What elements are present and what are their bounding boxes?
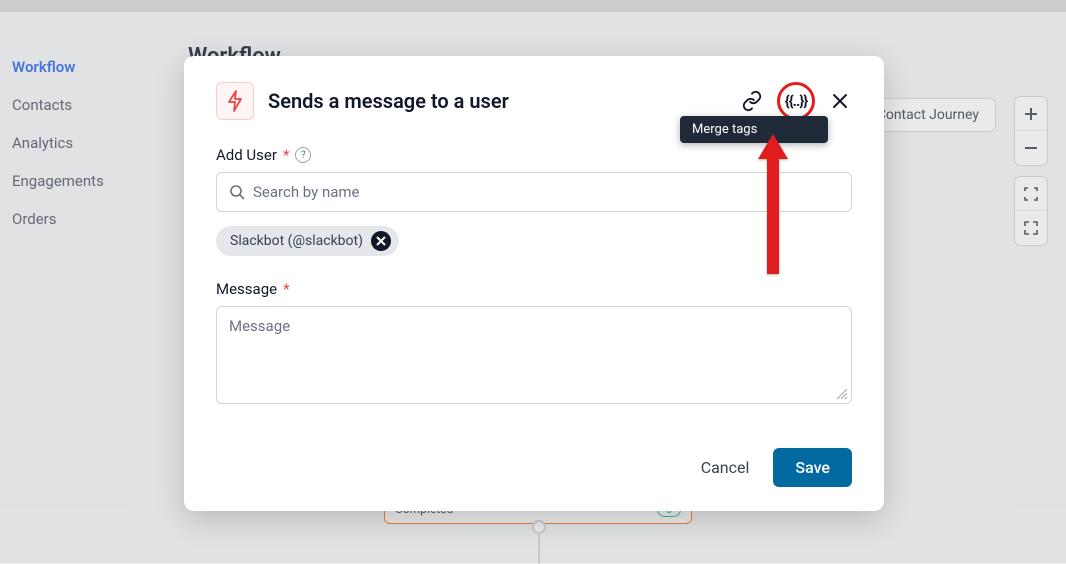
sidebar-item-engagements[interactable]: Engagements <box>12 162 170 200</box>
required-indicator: * <box>283 280 289 298</box>
sidebar-nav: Workflow Contacts Analytics Engagements … <box>0 12 170 238</box>
action-icon-box <box>216 82 254 120</box>
fullscreen-button[interactable] <box>1015 211 1047 245</box>
modal-header-actions: {{..}} <box>740 89 852 113</box>
merge-tags-button[interactable]: {{..}} <box>784 89 808 113</box>
modal-header: Sends a message to a user {{..}} <box>216 82 852 120</box>
add-user-label: Add User * ? <box>216 146 852 164</box>
fit-view-button[interactable] <box>1015 177 1047 211</box>
user-search-input[interactable] <box>253 183 839 201</box>
minus-icon <box>1024 141 1038 155</box>
link-button[interactable] <box>740 89 764 113</box>
search-icon <box>229 184 245 200</box>
modal-footer: Cancel Save <box>216 448 852 487</box>
x-icon <box>376 236 386 246</box>
braces-icon: {{..}} <box>785 92 807 110</box>
selected-user-name: Slackbot (@slackbot) <box>230 233 363 249</box>
user-search-field[interactable] <box>216 172 852 212</box>
cancel-button[interactable]: Cancel <box>701 458 750 477</box>
corners-out-icon <box>1024 187 1038 201</box>
modal-title: Sends a message to a user <box>268 89 726 113</box>
sidebar-item-analytics[interactable]: Analytics <box>12 124 170 162</box>
help-icon[interactable]: ? <box>295 147 311 163</box>
zoom-out-button[interactable] <box>1015 131 1047 165</box>
close-button[interactable] <box>828 89 852 113</box>
bolt-icon <box>226 90 244 112</box>
message-label: Message * <box>216 280 852 298</box>
sidebar-item-orders[interactable]: Orders <box>12 200 170 238</box>
message-textarea[interactable] <box>217 307 851 399</box>
close-icon <box>831 92 849 110</box>
top-strip <box>0 0 1066 12</box>
message-textarea-wrap <box>216 306 852 404</box>
zoom-controls <box>1014 96 1048 166</box>
required-indicator: * <box>283 146 289 164</box>
add-user-label-text: Add User <box>216 146 277 164</box>
sidebar-item-workflow[interactable]: Workflow <box>12 48 170 86</box>
sidebar-item-contacts[interactable]: Contacts <box>12 86 170 124</box>
merge-tags-tooltip: Merge tags <box>680 116 828 143</box>
view-controls <box>1014 176 1048 246</box>
link-icon <box>741 90 763 112</box>
selected-user-chip: Slackbot (@slackbot) <box>216 226 399 256</box>
workflow-connector-dot <box>532 520 546 534</box>
remove-user-button[interactable] <box>371 231 391 251</box>
expand-icon <box>1024 221 1038 235</box>
plus-icon <box>1024 107 1038 121</box>
zoom-in-button[interactable] <box>1015 97 1047 131</box>
message-label-text: Message <box>216 280 277 298</box>
save-button[interactable]: Save <box>773 448 852 487</box>
